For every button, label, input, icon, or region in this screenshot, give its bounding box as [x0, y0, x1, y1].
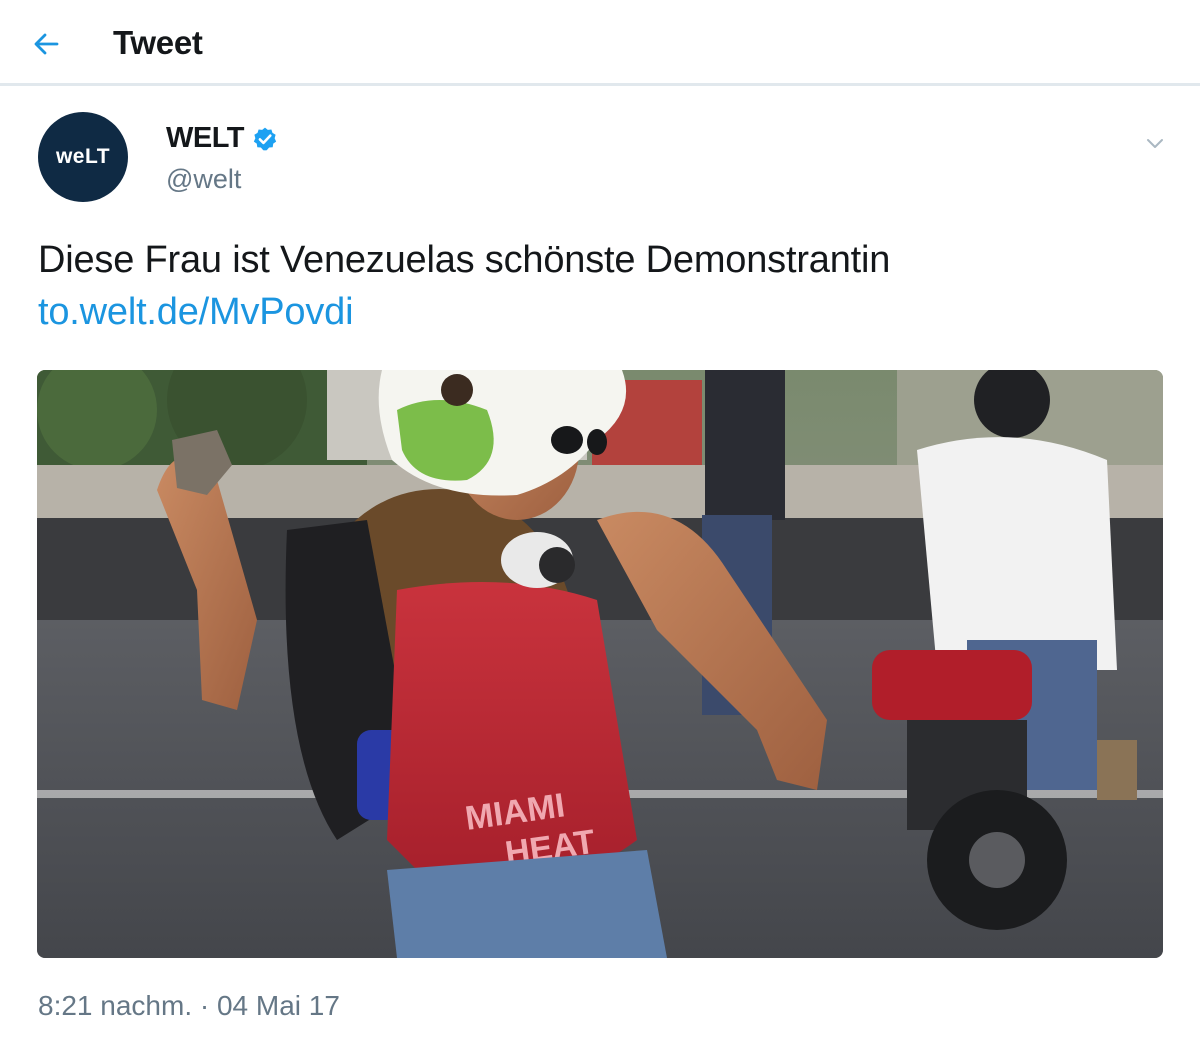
author-handle[interactable]: @welt	[166, 164, 241, 195]
verified-badge-icon	[253, 127, 277, 150]
tweet-timestamp: 8:21 nachm. · 04 Mai 17	[38, 990, 340, 1021]
chevron-down-icon	[1147, 139, 1163, 148]
top-app-bar: Tweet	[0, 0, 1200, 86]
tweet-options-button[interactable]	[1140, 128, 1170, 158]
protest-photo-illustration: MIAMI HEAT	[37, 370, 1163, 958]
tweet-text: Diese Frau ist Venezuelas schönste Demon…	[38, 239, 891, 281]
author-name: WELT	[166, 122, 245, 154]
avatar-logo-text: weLT	[55, 145, 111, 168]
arrow-left-icon	[34, 33, 59, 55]
page-title: Tweet	[113, 24, 203, 61]
author-name-row[interactable]: WELT	[166, 122, 278, 155]
tweet-link[interactable]: to.welt.de/MvPovdi	[38, 288, 354, 336]
avatar[interactable]: weLT	[38, 112, 128, 202]
tweet-media-photo[interactable]: MIAMI HEAT	[37, 370, 1163, 958]
back-button[interactable]	[24, 22, 68, 66]
